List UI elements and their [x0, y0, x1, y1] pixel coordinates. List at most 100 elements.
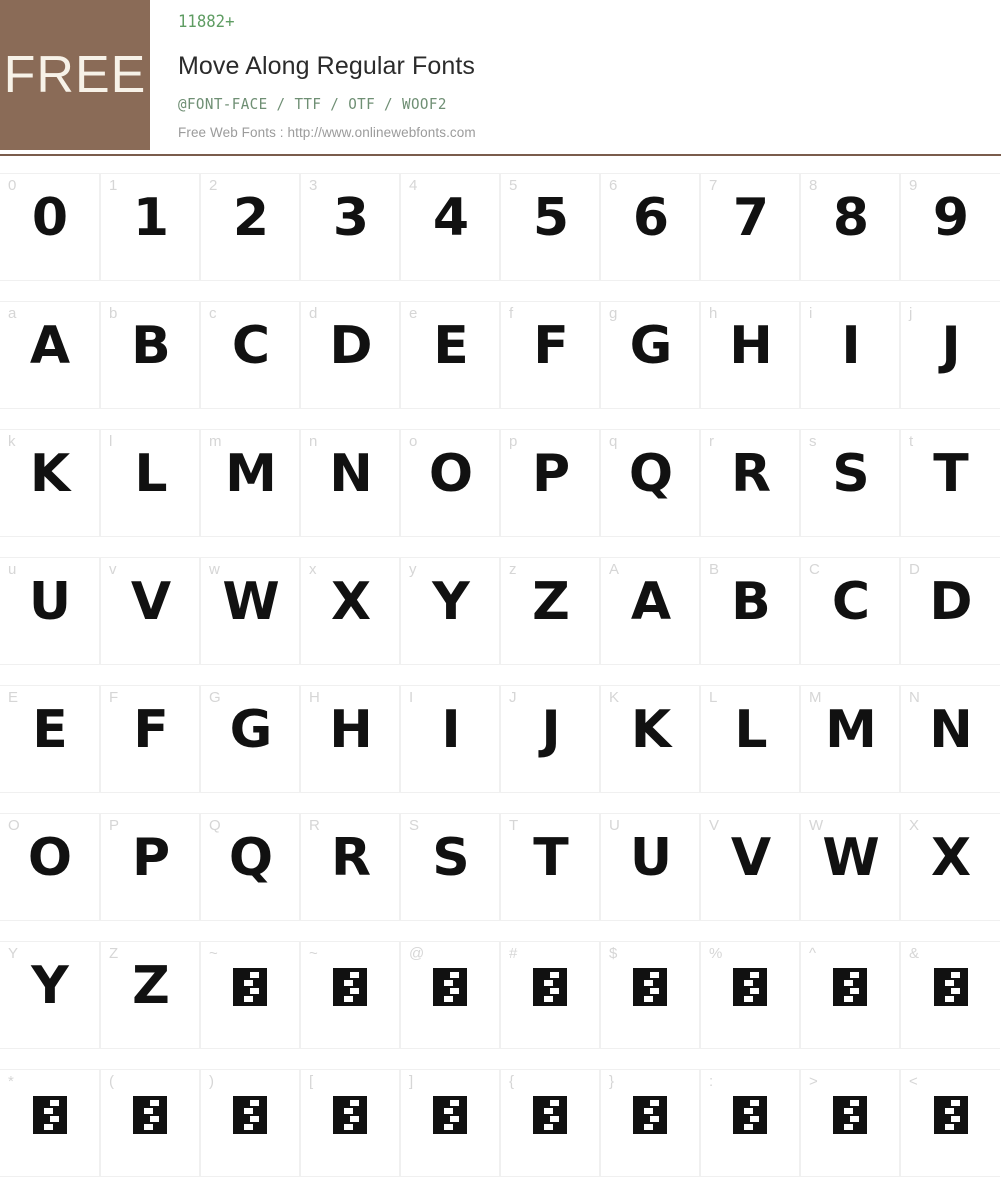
glyph-cell[interactable]: vV	[100, 557, 200, 665]
glyph-cell[interactable]: lL	[100, 429, 200, 537]
glyph-sample: N	[929, 700, 973, 760]
glyph-sample: Q	[628, 444, 674, 504]
glyph-cell[interactable]: ZZ	[100, 941, 200, 1049]
glyph-cell[interactable]: tT	[900, 429, 1000, 537]
glyph-cell[interactable]: DD	[900, 557, 1000, 665]
glyph-cell[interactable]: II	[400, 685, 500, 793]
glyph-sample: A	[29, 316, 71, 376]
glyph-cell[interactable]: LL	[700, 685, 800, 793]
glyph-cell[interactable]: 00	[0, 173, 100, 281]
glyph-cell[interactable]: jJ	[900, 301, 1000, 409]
glyph-sample: P	[131, 828, 171, 888]
glyph-cell[interactable]: 22	[200, 173, 300, 281]
glyph-cell[interactable]: )	[200, 1069, 300, 1177]
glyph-sample: P	[531, 444, 571, 504]
glyph-cell[interactable]: SS	[400, 813, 500, 921]
header-text-block: 11882+ Move Along Regular Fonts @FONT-FA…	[150, 0, 1001, 154]
glyph-cell[interactable]: kK	[0, 429, 100, 537]
glyph-cell[interactable]: 99	[900, 173, 1000, 281]
glyph-cell[interactable]: iI	[800, 301, 900, 409]
glyph-cell[interactable]: &	[900, 941, 1000, 1049]
glyph-cell[interactable]: rR	[700, 429, 800, 537]
glyph-cell[interactable]: 11	[100, 173, 200, 281]
glyph-cell[interactable]: hH	[700, 301, 800, 409]
glyph-cell-label: @	[409, 945, 425, 962]
glyph-cell[interactable]: 77	[700, 173, 800, 281]
glyph-cell[interactable]: zZ	[500, 557, 600, 665]
glyph-cell[interactable]: FF	[100, 685, 200, 793]
glyph-cell[interactable]: yY	[400, 557, 500, 665]
glyph-cell[interactable]: [	[300, 1069, 400, 1177]
glyph-cell[interactable]: OO	[0, 813, 100, 921]
glyph-cell[interactable]: GG	[200, 685, 300, 793]
glyph-cell[interactable]: VV	[700, 813, 800, 921]
glyph-cell[interactable]: >	[800, 1069, 900, 1177]
glyph-cell[interactable]: AA	[600, 557, 700, 665]
glyph-cell[interactable]: UU	[600, 813, 700, 921]
glyph-cell[interactable]: dD	[300, 301, 400, 409]
glyph-cell[interactable]: gG	[600, 301, 700, 409]
glyph-cell[interactable]: (	[100, 1069, 200, 1177]
glyph-cell[interactable]: ~	[300, 941, 400, 1049]
glyph-cell[interactable]: nN	[300, 429, 400, 537]
missing-glyph-icon	[233, 968, 267, 1006]
glyph-cell[interactable]: CC	[800, 557, 900, 665]
glyph-cell[interactable]: MM	[800, 685, 900, 793]
glyph-cell[interactable]: %	[700, 941, 800, 1049]
glyph-cell[interactable]: ]	[400, 1069, 500, 1177]
glyph-sample: B	[731, 572, 771, 632]
glyph-cell-label: &	[909, 945, 920, 962]
glyph-cell[interactable]: 44	[400, 173, 500, 281]
glyph-cell[interactable]: <	[900, 1069, 1000, 1177]
glyph-cell[interactable]: XX	[900, 813, 1000, 921]
glyph-cell[interactable]: {	[500, 1069, 600, 1177]
glyph-cell[interactable]: WW	[800, 813, 900, 921]
glyph-cell[interactable]: wW	[200, 557, 300, 665]
glyph-cell[interactable]: uU	[0, 557, 100, 665]
glyph-cell-label: %	[709, 945, 723, 962]
glyph-sample: 4	[432, 188, 470, 248]
glyph-sample: Y	[31, 956, 69, 1016]
glyph-sample: 3	[332, 188, 370, 248]
glyph-cell[interactable]: $	[600, 941, 700, 1049]
glyph-cell[interactable]: 55	[500, 173, 600, 281]
glyph-cell[interactable]: oO	[400, 429, 500, 537]
glyph-cell[interactable]: EE	[0, 685, 100, 793]
glyph-sample: 2	[232, 188, 270, 248]
glyph-cell[interactable]: :	[700, 1069, 800, 1177]
glyph-cell[interactable]: 33	[300, 173, 400, 281]
glyph-cell[interactable]: aA	[0, 301, 100, 409]
glyph-cell[interactable]: RR	[300, 813, 400, 921]
glyph-cell[interactable]: TT	[500, 813, 600, 921]
glyph-cell[interactable]: YY	[0, 941, 100, 1049]
glyph-cell[interactable]: JJ	[500, 685, 600, 793]
missing-glyph-icon	[733, 1096, 767, 1134]
glyph-cell[interactable]: qQ	[600, 429, 700, 537]
glyph-cell[interactable]: QQ	[200, 813, 300, 921]
glyph-cell[interactable]: #	[500, 941, 600, 1049]
glyph-cell[interactable]: KK	[600, 685, 700, 793]
glyph-sample: 8	[832, 188, 870, 248]
glyph-cell[interactable]: sS	[800, 429, 900, 537]
glyph-cell[interactable]: BB	[700, 557, 800, 665]
glyph-cell[interactable]: ~	[200, 941, 300, 1049]
glyph-cell[interactable]: mM	[200, 429, 300, 537]
glyph-cell[interactable]: pP	[500, 429, 600, 537]
glyph-cell[interactable]: cC	[200, 301, 300, 409]
glyph-cell[interactable]: PP	[100, 813, 200, 921]
glyph-cell[interactable]: ^	[800, 941, 900, 1049]
glyph-cell[interactable]: @	[400, 941, 500, 1049]
glyph-cell[interactable]: NN	[900, 685, 1000, 793]
glyph-cell[interactable]: fF	[500, 301, 600, 409]
glyph-cell[interactable]: *	[0, 1069, 100, 1177]
glyph-sample: E	[32, 700, 68, 760]
glyph-cell[interactable]: xX	[300, 557, 400, 665]
glyph-cell[interactable]: 88	[800, 173, 900, 281]
missing-glyph-icon	[933, 1096, 968, 1134]
glyph-sample: R	[330, 828, 372, 888]
glyph-cell[interactable]: eE	[400, 301, 500, 409]
glyph-cell[interactable]: 66	[600, 173, 700, 281]
glyph-cell[interactable]: }	[600, 1069, 700, 1177]
glyph-cell[interactable]: HH	[300, 685, 400, 793]
glyph-cell[interactable]: bB	[100, 301, 200, 409]
